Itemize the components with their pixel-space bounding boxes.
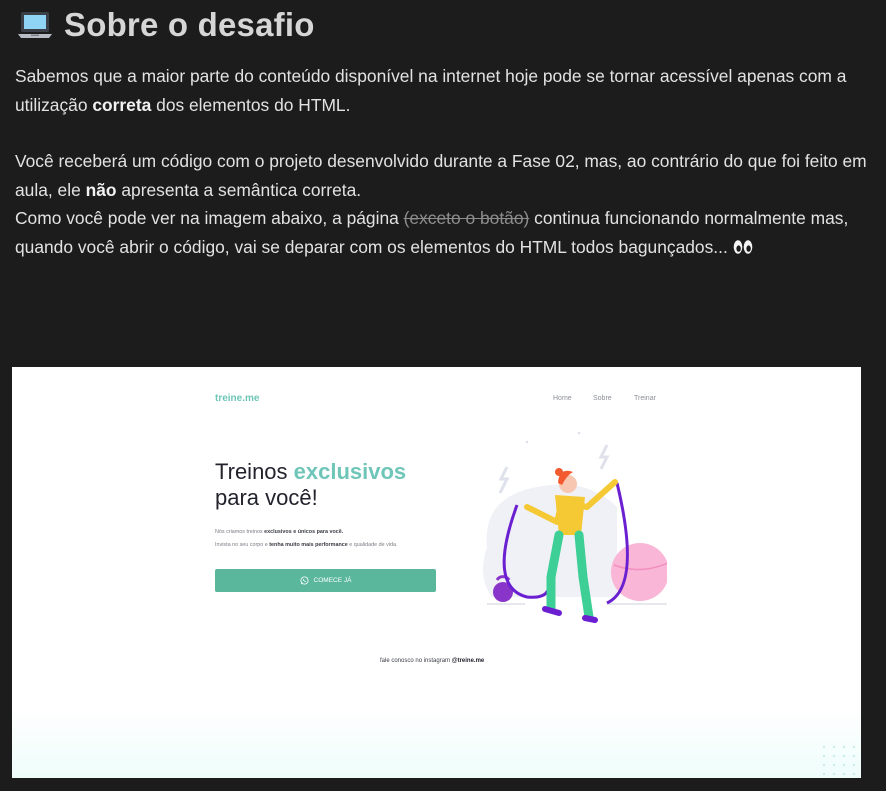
screenshot-bg-fade bbox=[12, 708, 861, 778]
section-title: Sobre o desafio bbox=[64, 6, 315, 43]
preview-subtitle-2: Invista no seu corpo e tenha muito mais … bbox=[215, 542, 398, 548]
preview-logo: treine.me bbox=[215, 393, 260, 404]
preview-instagram-handle: @treine.me bbox=[451, 658, 485, 664]
preview-hero-accent: exclusivos bbox=[293, 459, 407, 484]
preview-nav-sobre: Sobre bbox=[593, 395, 612, 402]
dot-grid-decoration bbox=[822, 745, 856, 775]
laptop-icon bbox=[18, 12, 52, 38]
section-heading: Sobre o desafio bbox=[16, 6, 315, 44]
preview-nav-home: Home bbox=[553, 395, 572, 402]
preview-cta-button: COMECE JÁ bbox=[215, 569, 436, 592]
eyes-icon bbox=[733, 239, 752, 254]
preview-nav-treinar: Treinar bbox=[634, 395, 656, 402]
emphasis-nao: não bbox=[85, 179, 117, 200]
preview-footer-text: fale conosco no instagram @treine.me bbox=[380, 658, 485, 664]
preview-hero-title: Treinos exclusivos para você! bbox=[215, 459, 407, 510]
emphasis-correta: correta bbox=[92, 94, 152, 115]
whatsapp-icon bbox=[300, 576, 309, 585]
fitness-illustration bbox=[483, 431, 667, 623]
preview-subtitle-1: Nós criamos treinos exclusivos e únicos … bbox=[215, 529, 344, 535]
intro-paragraph: Sabemos que a maior parte do conteúdo di… bbox=[15, 66, 847, 115]
project-screenshot: treine.me Home Sobre Treinar Treinos exc… bbox=[12, 367, 861, 778]
details-paragraph: Você receberá um código com o projeto de… bbox=[15, 151, 867, 257]
strikethrough-text: (exceto o botão) bbox=[403, 208, 530, 228]
